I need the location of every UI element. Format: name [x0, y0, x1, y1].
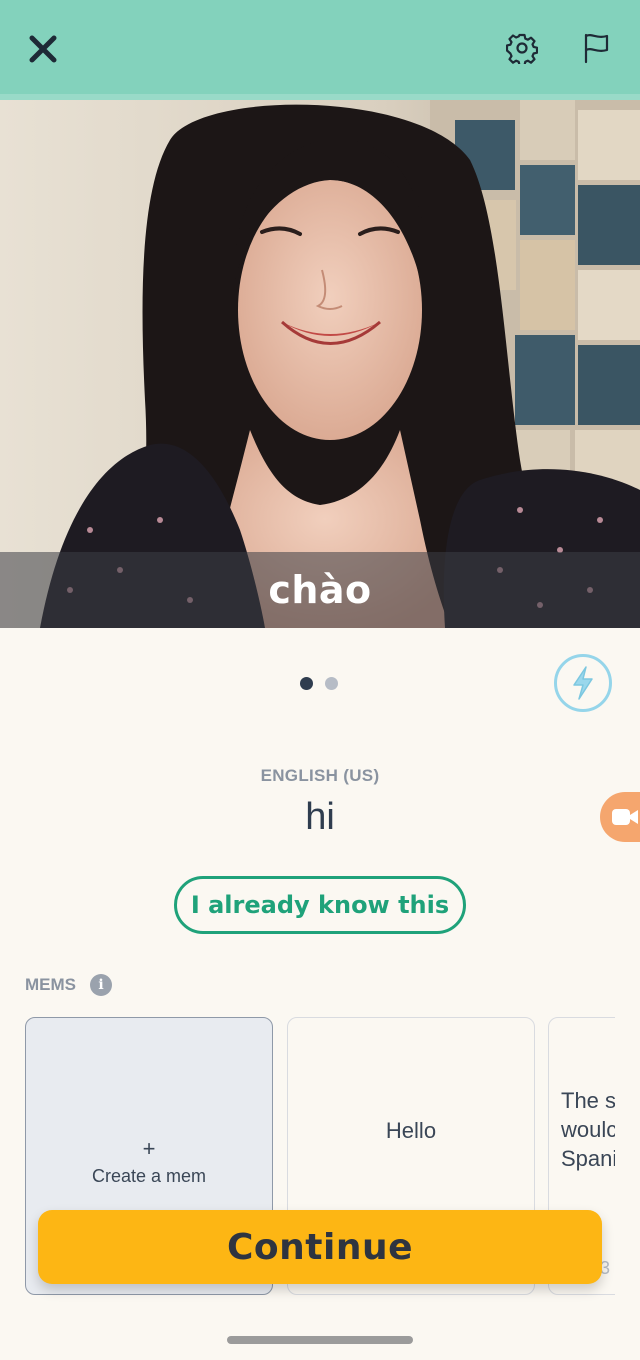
speaker-photo	[0, 100, 640, 628]
already-know-button[interactable]: I already know this	[174, 876, 466, 934]
language-label: ENGLISH (US)	[260, 766, 380, 785]
caption-band: chào	[0, 552, 640, 628]
close-button[interactable]	[20, 26, 66, 72]
video-camera-icon	[612, 809, 638, 825]
create-mem-label: Create a mem	[91, 1166, 207, 1186]
mem-text: The s woulc Spani	[561, 1088, 615, 1171]
close-x-icon	[29, 35, 57, 63]
settings-button[interactable]	[500, 26, 544, 70]
mem-text: Hello	[385, 1118, 437, 1143]
plus-icon: +	[142, 1136, 156, 1161]
learning-video[interactable]: chào	[0, 100, 640, 628]
pager-dot-2[interactable]	[325, 677, 338, 690]
top-bar	[0, 0, 640, 100]
gear-icon	[506, 33, 538, 64]
mems-header: MEMS i	[25, 974, 112, 996]
pager-dots	[300, 677, 338, 690]
flag-icon	[584, 33, 609, 64]
home-indicator	[227, 1336, 413, 1344]
target-word: chào	[268, 568, 372, 612]
report-button[interactable]	[574, 26, 618, 70]
bolt-icon	[573, 666, 593, 700]
translation-text: hi	[305, 796, 335, 838]
continue-button[interactable]: Continue	[38, 1210, 602, 1284]
difficulty-button[interactable]	[554, 654, 612, 712]
info-icon[interactable]: i	[90, 974, 112, 996]
pager-dot-1[interactable]	[300, 677, 313, 690]
mems-label: MEMS	[25, 975, 76, 994]
